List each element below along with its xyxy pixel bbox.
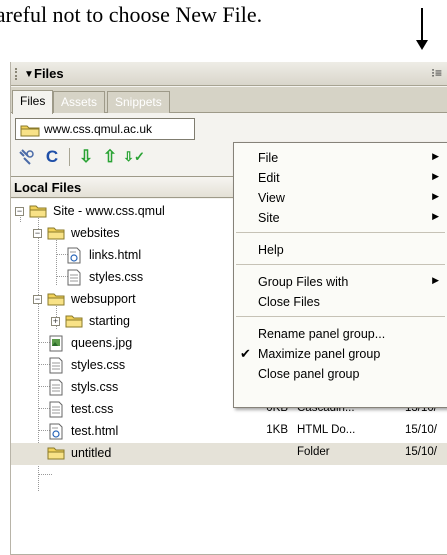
menu-item-close-panel-group[interactable]: Close panel group [234, 365, 447, 385]
grip-icon[interactable] [15, 68, 19, 80]
css-file-icon [47, 401, 65, 418]
menu-separator [236, 232, 445, 233]
menu-item-label: View [258, 191, 285, 205]
refresh-icon[interactable]: C [41, 146, 63, 168]
file-name: links.html [89, 248, 142, 262]
file-row[interactable]: test.html 1KB HTML Do... 15/10/ [11, 421, 447, 443]
submenu-arrow-icon: ▶ [432, 275, 439, 285]
menu-item-edit[interactable]: Edit ▶ [234, 169, 447, 189]
folder-row[interactable]: untitled Folder 15/10/ [11, 443, 447, 465]
checkmark-icon: ✔ [240, 346, 251, 361]
menu-item-view[interactable]: View ▶ [234, 189, 447, 209]
menu-item-rename-panel-group[interactable]: Rename panel group... [234, 325, 447, 345]
panel-options-menu: File ▶ Edit ▶ View ▶ Site ▶ Help Group Files with… [233, 142, 447, 408]
check-out-icon[interactable]: ⇩✓ [123, 146, 145, 168]
site-folder-icon [29, 203, 47, 220]
connect-icon[interactable] [15, 146, 37, 168]
file-type: Folder [297, 446, 330, 458]
local-files-title: Local Files [14, 180, 82, 195]
panel-title: Files [34, 66, 64, 81]
files-toolbar: C ⇩ ⇧ ⇩✓ [15, 146, 215, 170]
css-file-icon [65, 269, 83, 286]
menu-item-label: Help [258, 243, 284, 257]
menu-item-maximize-panel-group[interactable]: ✔ Maximize panel group [234, 345, 447, 365]
get-files-icon[interactable]: ⇩ [75, 146, 97, 168]
file-type: HTML Do... [297, 424, 356, 436]
menu-item-label: Rename panel group... [258, 327, 386, 341]
file-name: starting [89, 314, 130, 328]
submenu-arrow-icon: ▶ [432, 211, 439, 221]
tab-files[interactable]: Files [12, 90, 54, 114]
css-file-icon [47, 379, 65, 396]
down-arrow-icon [416, 8, 428, 50]
submenu-arrow-icon: ▶ [432, 171, 439, 181]
file-size: 1KB [266, 424, 288, 436]
menu-item-label: Maximize panel group [258, 347, 381, 361]
menu-item-label: Group Files with [258, 275, 349, 289]
menu-item-label: Site [258, 211, 280, 225]
collapse-icon[interactable]: − [15, 207, 24, 216]
expand-icon[interactable]: + [51, 317, 60, 326]
collapse-icon[interactable]: − [33, 295, 42, 304]
css-file-icon [47, 357, 65, 374]
menu-item-label: Close panel group [258, 367, 360, 381]
html-file-icon [47, 423, 65, 440]
menu-item-site[interactable]: Site ▶ [234, 209, 447, 229]
file-date: 15/10/ [405, 424, 437, 436]
folder-icon [65, 313, 83, 330]
collapse-icon[interactable]: − [33, 229, 42, 238]
tab-assets[interactable]: Assets [53, 91, 106, 113]
menu-item-file[interactable]: File ▶ [234, 149, 447, 169]
file-name: test.css [71, 402, 114, 416]
panel-tab-strip: Files Assets Snippets [11, 87, 447, 114]
menu-item-help[interactable]: Help [234, 241, 447, 261]
file-name: Site - www.css.qmul [53, 204, 165, 218]
collapse-triangle-icon[interactable]: ▼ [24, 69, 34, 80]
options-menu-icon[interactable]: ⁝≡ [431, 66, 442, 80]
panel-titlebar[interactable]: ▼ Files ⁝≡ [11, 62, 447, 86]
menu-separator [236, 316, 445, 317]
menu-item-label: Close Files [258, 295, 320, 309]
submenu-arrow-icon: ▶ [432, 151, 439, 161]
submenu-arrow-icon: ▶ [432, 191, 439, 201]
menu-separator [236, 264, 445, 265]
put-files-icon[interactable]: ⇧ [99, 146, 121, 168]
menu-item-label: Edit [258, 171, 280, 185]
folder-icon [47, 225, 65, 242]
site-selector[interactable]: www.css.qmul.ac.uk [15, 118, 195, 140]
html-file-icon [65, 247, 83, 264]
site-selector-value: www.css.qmul.ac.uk [44, 122, 153, 136]
file-name: styls.css [71, 380, 119, 394]
file-name: websites [71, 226, 120, 240]
file-name: styles.css [71, 358, 126, 372]
file-name: websupport [71, 292, 136, 306]
tab-snippets[interactable]: Snippets [107, 91, 170, 113]
folder-icon [47, 291, 65, 308]
file-name: queens.jpg [71, 336, 133, 350]
menu-item-close-files[interactable]: Close Files [234, 293, 447, 313]
menu-item-label: File [258, 151, 279, 165]
file-date: 15/10/ [405, 446, 437, 458]
file-name: test.html [71, 424, 119, 438]
file-name: styles.css [89, 270, 144, 284]
menu-item-group-files-with[interactable]: Group Files with ▶ [234, 273, 447, 293]
file-name: untitled [71, 446, 112, 460]
site-folder-icon [20, 125, 40, 137]
image-file-icon [47, 335, 65, 352]
files-panel: ▼ Files ⁝≡ Files Assets Snippets www.css… [10, 62, 447, 555]
folder-icon [47, 445, 65, 462]
